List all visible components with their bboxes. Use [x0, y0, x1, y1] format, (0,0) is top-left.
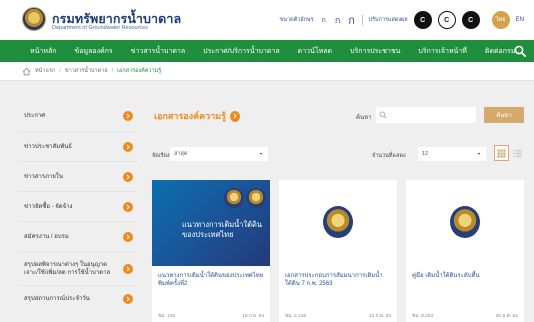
chevron-right-icon	[230, 110, 241, 122]
view-count: ชม. 8,323	[412, 314, 434, 319]
sidebar-item-daily-summary[interactable]: สรุปสถานการณ์ประจำวัน	[18, 286, 138, 312]
chevron-right-icon	[123, 141, 133, 152]
view-count: ชม. 138	[158, 314, 176, 319]
contrast-light-button[interactable]: C	[437, 11, 456, 29]
list-view-button[interactable]	[511, 145, 524, 161]
view-count: ชม. 2,148	[285, 314, 307, 319]
nav-public-services[interactable]: บริการประชาชน	[341, 40, 409, 62]
items-per-page-select[interactable]: 12	[418, 147, 486, 161]
breadcrumb: หน้าแรก / ข่าวสารน้ำบาดาล / เอกสารองค์คว…	[22, 66, 161, 76]
document-title[interactable]: คู่มือ เติมน้ำใต้ดินระดับตื้น	[412, 272, 520, 280]
department-logo[interactable]	[22, 7, 46, 31]
grid-icon	[497, 148, 506, 158]
nav-staff-services[interactable]: บริการเจ้าหน้าที่	[409, 40, 476, 62]
page-title: เอกสารองค์ความรู้	[154, 109, 241, 123]
sort-select-value: ล่าสุด	[174, 151, 188, 157]
sidebar-item-press-releases[interactable]: ข่าวประชาสัมพันธ์	[18, 132, 138, 162]
chevron-right-icon	[123, 263, 133, 274]
items-per-page-value: 12	[422, 151, 429, 157]
nav-services[interactable]: ประกาศ/บริการน้ำบาดาล	[194, 40, 289, 62]
breadcrumb-current: เอกสารองค์ความรู้	[117, 68, 162, 74]
nav-home[interactable]: หน้าหลัก	[0, 40, 65, 62]
sort-select[interactable]: ล่าสุด	[170, 147, 268, 161]
breadcrumb-separator: /	[59, 68, 61, 74]
sidebar-item-label: ประกาศ	[24, 112, 46, 119]
publish-date: 25 ม.ค. 62	[495, 314, 518, 319]
contrast-dark-button[interactable]: C	[413, 11, 432, 29]
document-title[interactable]: แนวทางการเติมน้ำใต้ดินของประเทศไทย พิมพ์…	[158, 272, 266, 288]
language-thai-button[interactable]: ไทย	[491, 11, 510, 29]
document-card[interactable]: เอกสารประกอบการสัมมนาการเติมน้ำใต้ดิน 7 …	[279, 180, 397, 322]
contrast-high-button[interactable]: C	[461, 11, 480, 29]
breadcrumb-home[interactable]: หน้าแรก	[35, 67, 55, 75]
nav-about[interactable]: ข้อมูลองค์กร	[65, 40, 121, 62]
cover-title: แนวทางการเติมน้ำใต้ดินของประเทศไทย	[182, 220, 263, 239]
sort-label: จัดเรียง	[152, 153, 170, 159]
chevron-right-icon	[123, 294, 133, 304]
main-navigation: หน้าหลัก ข้อมูลองค์กร ข่าวสารน้ำบาดาล ปร…	[0, 40, 534, 62]
chevron-right-icon	[123, 110, 133, 121]
chevron-right-icon	[123, 231, 133, 242]
sidebar-item-permit-results[interactable]: สรุปผลพิจารณาต่างๆ ในอนุญาต เจาะ/ใช้/เพิ…	[18, 252, 138, 286]
search-icon	[379, 111, 387, 119]
font-size-label: ขนาดตัวอักษร	[279, 17, 314, 23]
sidebar-item-internal-news[interactable]: ข่าวสารภายใน	[18, 162, 138, 192]
document-meta: ชม. 2,148 12 ก.พ. 63	[285, 312, 391, 320]
search-icon[interactable]	[514, 45, 526, 57]
site-subtitle: Department of Groundwater Resources	[52, 25, 148, 31]
sidebar-item-label: สรุปผลพิจารณาต่างๆ ในอนุญาต เจาะ/ใช้/เพิ…	[24, 261, 111, 276]
document-card[interactable]: คู่มือ เติมน้ำใต้ดินระดับตื้น ชม. 8,323 …	[406, 180, 524, 322]
document-cover-image[interactable]	[406, 180, 524, 266]
chevron-down-icon	[477, 153, 481, 155]
department-seal	[323, 206, 353, 238]
search-button[interactable]: ค้นหา	[484, 107, 524, 123]
grid-view-button[interactable]	[494, 145, 509, 161]
accessibility-tools: ขนาดตัวอักษร ก ก ก ปรับการแสดงผล C C C ไ…	[280, 11, 524, 29]
list-icon	[513, 149, 522, 157]
home-icon[interactable]	[22, 67, 31, 76]
language-english-button[interactable]: EN	[516, 17, 524, 23]
document-meta: ชม. 138 18 ก.ย. 64	[158, 312, 264, 320]
department-seal	[450, 206, 480, 238]
page-title-text: เอกสารองค์ความรู้	[154, 111, 227, 121]
document-card[interactable]: แนวทางการเติมน้ำใต้ดินของประเทศไทย แนวทา…	[152, 180, 270, 322]
sidebar: ประกาศ ข่าวประชาสัมพันธ์ ข่าวสารภายใน ข่…	[18, 100, 138, 312]
sidebar-item-label: ข่าวประชาสัมพันธ์	[24, 143, 72, 150]
publish-date: 12 ก.พ. 63	[368, 314, 391, 319]
search-input[interactable]	[376, 107, 476, 123]
sidebar-item-label: ข่าวสารภายใน	[24, 173, 63, 180]
search-label: ค้นหา	[356, 115, 372, 121]
sidebar-item-announcements[interactable]: ประกาศ	[18, 100, 138, 132]
document-title[interactable]: เอกสารประกอบการสัมมนาการเติมน้ำใต้ดิน 7 …	[285, 272, 393, 288]
divider	[361, 15, 363, 25]
nav-download[interactable]: ดาวน์โหลด	[289, 40, 341, 62]
breadcrumb-news[interactable]: ข่าวสารน้ำบาดาล	[65, 67, 108, 75]
document-cover-image[interactable]	[279, 180, 397, 266]
font-size-small-button[interactable]: ก	[320, 15, 328, 26]
sidebar-item-label: สมัครงาน / อบรม	[24, 233, 69, 240]
main-content: เอกสารองค์ความรู้ ค้นหา ค้นหา จัดเรียง ล…	[150, 100, 524, 322]
sidebar-item-procurement[interactable]: ข่าวจัดซื้อ - จัดจ้าง	[18, 192, 138, 222]
sidebar-item-jobs-training[interactable]: สมัครงาน / อบรม	[18, 222, 138, 252]
chevron-right-icon	[123, 171, 133, 182]
font-size-medium-button[interactable]: ก	[334, 13, 342, 27]
department-seal	[224, 188, 244, 208]
sidebar-item-label: ข่าวจัดซื้อ - จัดจ้าง	[24, 203, 73, 210]
sidebar-item-label: สรุปสถานการณ์ประจำวัน	[24, 296, 90, 302]
font-size-large-button[interactable]: ก	[348, 11, 356, 29]
breadcrumb-separator: /	[111, 68, 114, 74]
chevron-down-icon	[259, 153, 263, 155]
chevron-right-icon	[123, 201, 133, 212]
site-header: กรมทรัพยากรน้ำบาดาล Department of Ground…	[0, 0, 534, 40]
contrast-label: ปรับการแสดงผล	[368, 17, 408, 23]
publish-date: 18 ก.ย. 64	[242, 314, 264, 319]
nav-news[interactable]: ข่าวสารน้ำบาดาล	[122, 40, 194, 62]
department-seal	[246, 188, 266, 208]
items-per-page-label: จำนวนที่แสดง	[372, 153, 406, 159]
document-meta: ชม. 8,323 25 ม.ค. 62	[412, 312, 518, 320]
document-cover-image[interactable]: แนวทางการเติมน้ำใต้ดินของประเทศไทย	[152, 180, 270, 266]
